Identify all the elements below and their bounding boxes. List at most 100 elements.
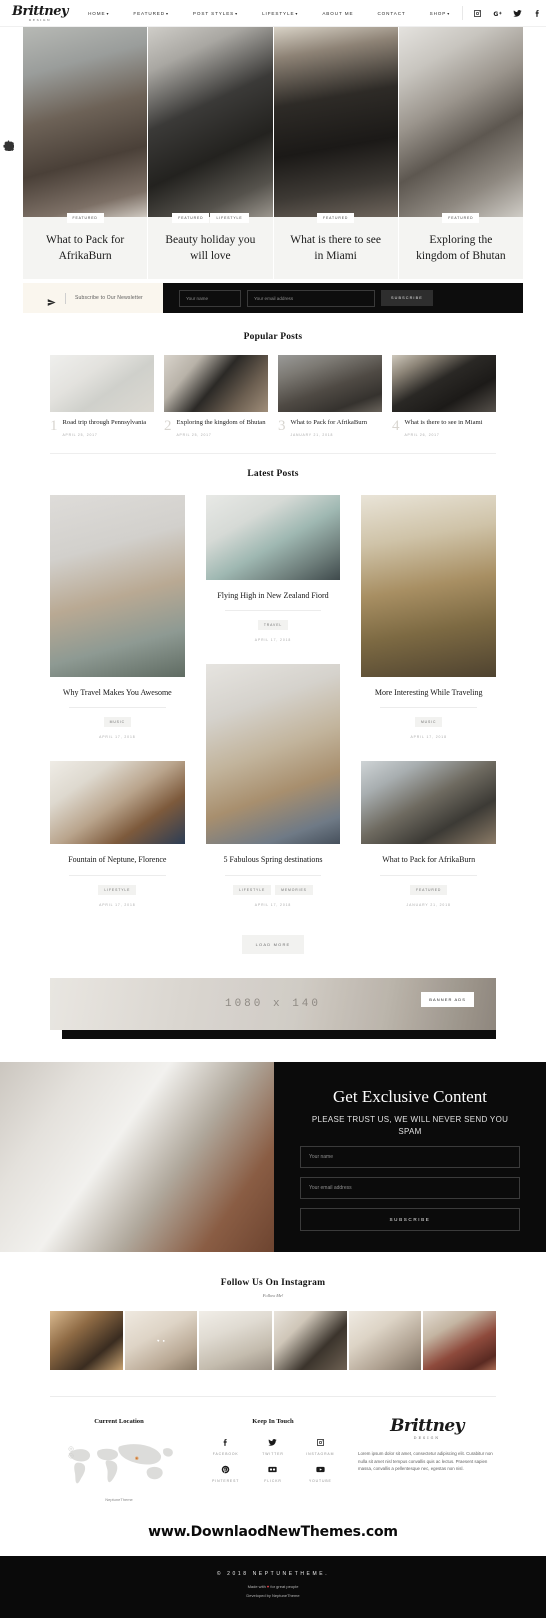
latest-post-card[interactable]: What to Pack for AfrikaBurn FEATURED JAN… [361,761,496,907]
tag[interactable]: MEMORIES [275,884,313,895]
popular-post-card[interactable]: 1 Road trip through Pennsylvania APRIL 2… [50,355,154,437]
site-logo[interactable]: Brittney DESIGN [12,5,69,22]
exclusive-image [0,1061,274,1252]
newsletter-email-input[interactable] [247,289,375,307]
instagram-thumb[interactable]: ♥ ● [124,1310,198,1370]
popular-post-image [392,355,496,412]
social-label: YOUTUBE [308,1478,332,1483]
load-more-area: LOAD MORE [0,907,546,954]
exclusive-email-input[interactable] [300,1177,520,1200]
popular-post-card[interactable]: 3 What to Pack for AfrikaBurn JANUARY 21… [278,355,382,437]
banner-ad[interactable]: 1080 x 140 BANNER ADS [50,977,496,1030]
social-label: INSTAGRAM [306,1451,335,1456]
instagram-icon[interactable] [473,9,482,18]
nav-label: SHOP [429,10,447,16]
facebook-icon[interactable] [533,9,542,18]
tag[interactable]: MUSIC [414,717,443,728]
tag[interactable]: LIFESTYLE [210,213,249,223]
featured-card[interactable]: FEATURED LIFESTYLE Beauty holiday you wi… [148,27,273,279]
latest-post-title[interactable]: Flying High in New Zealand Fiord [206,580,341,610]
exclusive-name-input[interactable] [300,1146,520,1169]
popular-post-title[interactable]: What is there to see in Miami [405,419,497,428]
latest-post-title[interactable]: 5 Fabulous Spring destinations [206,844,341,874]
latest-post-card[interactable]: More Interesting While Traveling MUSIC A… [361,494,496,740]
social-link-instagram[interactable]: INSTAGRAM [299,1438,342,1456]
nav-item-contact[interactable]: CONTACT [365,11,417,16]
instagram-thumb[interactable] [348,1310,422,1370]
latest-posts-title: Latest Posts [247,468,299,479]
newsletter-label: Subscribe to Our Newsletter [75,295,143,301]
tag[interactable]: FEATURED [442,213,480,223]
widget-keep-in-touch: Keep In Touch FACEBOOK TWITTER INSTAGRAM… [204,1418,342,1502]
latest-post-card[interactable]: Fountain of Neptune, Florence LIFESTYLE … [50,761,185,907]
social-link-flickr[interactable]: FLICKR [251,1465,294,1483]
popular-post-card[interactable]: 4 What is there to see in Miami APRIL 26… [392,355,496,437]
instagram-thumb[interactable] [199,1310,273,1370]
load-more-button[interactable]: LOAD MORE [241,934,305,954]
popular-posts-section: Popular Posts 1 Road trip through Pennsy… [0,313,546,454]
instagram-thumb[interactable] [423,1310,497,1370]
featured-title[interactable]: What to Pack for AfrikaBurn [23,217,147,279]
social-link-twitter[interactable]: TWITTER [251,1438,294,1456]
latest-post-card[interactable]: Why Travel Makes You Awesome MUSIC APRIL… [50,494,185,739]
tag[interactable]: FEATURED [410,884,448,895]
featured-title[interactable]: What is there to see in Miami [274,217,398,279]
nav-item-shop[interactable]: SHOP▾ [418,11,463,16]
tag[interactable]: MUSIC [103,717,132,728]
popular-post-title[interactable]: Exploring the kingdom of Bhutan [177,419,269,428]
nav-item-post-styles[interactable]: POST STYLES▾ [181,11,250,16]
footer-widgets: Current Location NeptuneTheme Keep In To… [0,1397,546,1502]
latest-post-title[interactable]: More Interesting While Traveling [361,677,496,707]
exclusive-subscribe-button[interactable]: SUBSCRIBE [300,1208,520,1232]
twitter-icon[interactable] [513,9,522,18]
tag[interactable]: FEATURED [172,213,210,223]
watermark-text: www.DownlaodNewThemes.com [148,1523,398,1540]
newsletter-subscribe-button[interactable]: SUBSCRIBE [381,290,433,306]
social-label: PINTEREST [212,1478,240,1483]
banner-ads-section: 1080 x 140 BANNER ADS [0,954,546,1030]
nav-label: LIFESTYLE [262,10,295,16]
latest-post-card[interactable]: 5 Fabulous Spring destinations LIFESTYLE… [205,664,341,907]
social-link-facebook[interactable]: FACEBOOK [204,1438,247,1456]
exclusive-form-panel: Get Exclusive Content PLEASE TRUST US, W… [274,1061,546,1252]
nav-item-featured[interactable]: FEATURED▾ [121,11,181,16]
tag[interactable]: TRAVEL [257,620,289,631]
instagram-thumb[interactable] [274,1310,347,1370]
tag[interactable]: LIFESTYLE [233,884,272,895]
popular-post-title[interactable]: Road trip through Pennsylvania [63,419,155,428]
flickr-icon [251,1465,294,1475]
tag[interactable]: FEATURED [66,213,104,223]
tag[interactable]: FEATURED [317,213,355,223]
popular-post-card[interactable]: 2 Exploring the kingdom of Bhutan APRIL … [164,355,268,437]
chevron-down-icon: ▾ [447,10,451,16]
gear-icon[interactable] [3,138,15,152]
featured-title[interactable]: Exploring the kingdom of Bhutan [399,217,523,279]
latest-post-title[interactable]: Why Travel Makes You Awesome [50,677,185,707]
nav-item-home[interactable]: HOME▾ [76,11,121,16]
latest-post-card[interactable]: Flying High in New Zealand Fiord TRAVEL … [205,494,341,642]
google-plus-icon[interactable]: G [493,9,502,18]
nav-item-lifestyle[interactable]: LIFESTYLE▾ [250,11,310,16]
like-count: ♥ [157,1337,160,1343]
latest-post-title[interactable]: What to Pack for AfrikaBurn [361,844,496,874]
instagram-thumb[interactable] [50,1310,123,1370]
popular-post-number: 2 [164,418,172,434]
featured-title[interactable]: Beauty holiday you will love [148,217,272,279]
popular-post-title[interactable]: What to Pack for AfrikaBurn [291,419,383,428]
latest-post-date: APRIL 17, 2018 [410,735,447,740]
latest-post-title[interactable]: Fountain of Neptune, Florence [50,844,185,874]
world-map[interactable] [50,1435,188,1493]
social-link-youtube[interactable]: YOUTUBE [299,1465,342,1483]
featured-card[interactable]: FEATURED What is there to see in Miami [273,27,398,279]
nav-label: CONTACT [377,10,406,16]
latest-post-image [205,664,341,845]
featured-card[interactable]: FEATURED What to Pack for AfrikaBurn [23,27,148,279]
tag[interactable]: LIFESTYLE [98,884,137,895]
social-link-pinterest[interactable]: PINTEREST [204,1465,247,1483]
widget-title: Current Location [94,1417,144,1425]
nav-item-about-me[interactable]: ABOUT ME [310,11,365,16]
latest-post-image [361,761,496,845]
logo-subtext: DESIGN [28,17,52,22]
featured-card[interactable]: FEATURED Exploring the kingdom of Bhutan [398,27,523,279]
newsletter-name-input[interactable] [179,289,241,307]
